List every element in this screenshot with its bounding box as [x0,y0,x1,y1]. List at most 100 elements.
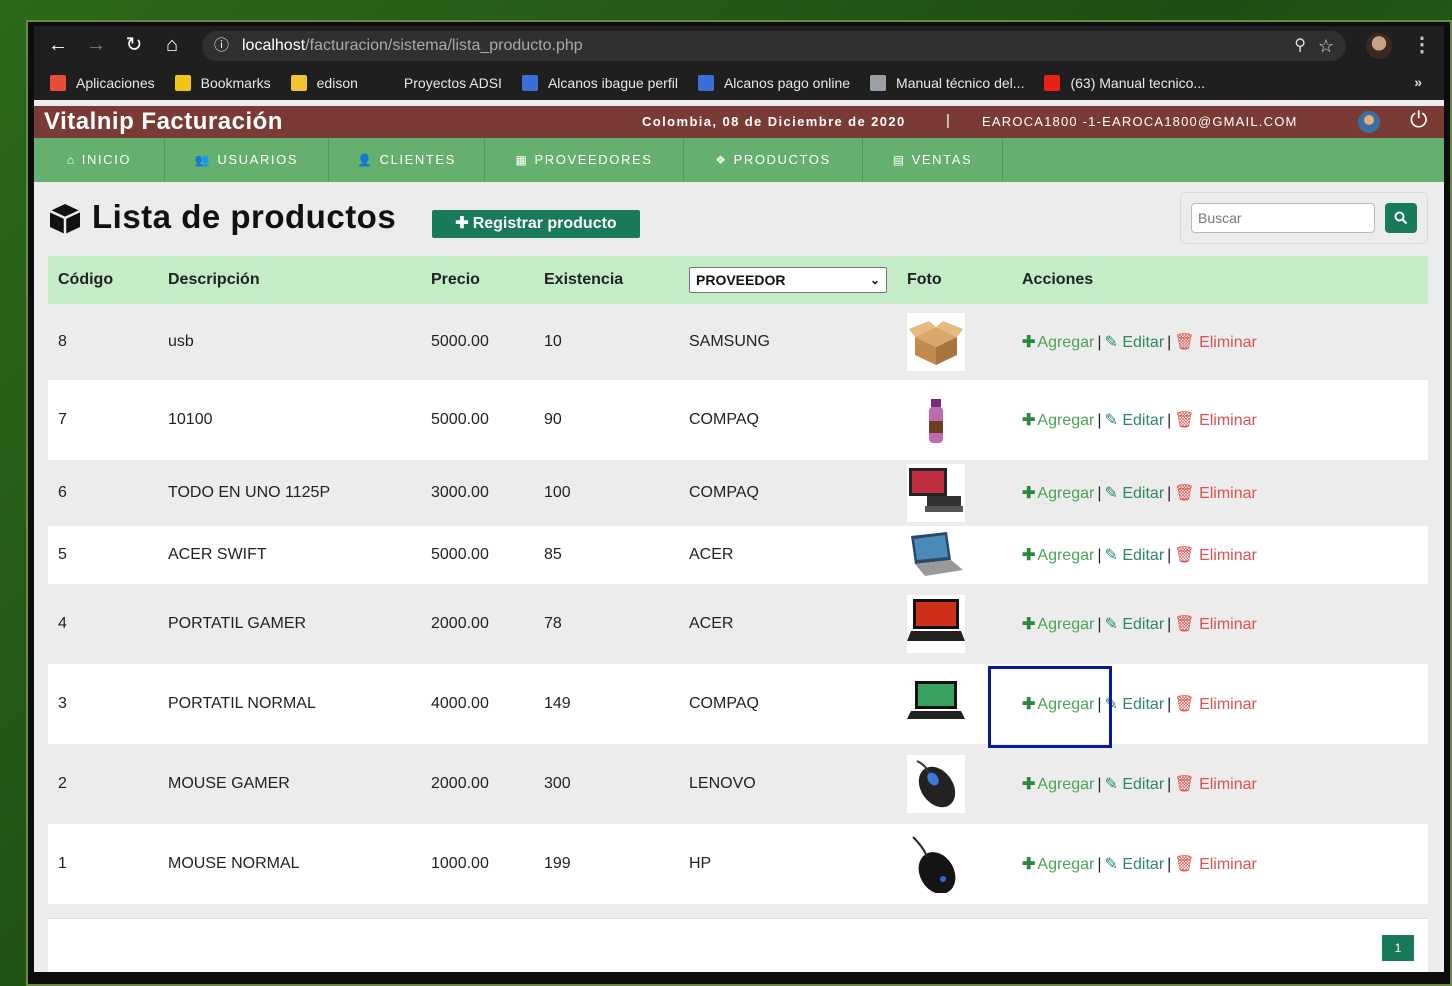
action-separator: | [1167,334,1172,351]
cell-acciones: ✚ Agregar | ✎ Editar | 🗑 Eliminar [1012,380,1428,460]
add-link[interactable]: ✚ Agregar [1022,334,1094,351]
register-product-button[interactable]: ✚ Registrar producto [432,210,640,238]
cell-existencia: 90 [534,380,679,460]
cell-foto [897,460,1012,526]
building-icon: ▦ [515,153,529,167]
header-date: Colombia, 08 de Diciembre de 2020 [642,114,906,129]
delete-label: Eliminar [1199,696,1257,713]
edit-link[interactable]: ✎ Editar [1104,776,1164,793]
provider-filter-select[interactable]: PROVEEDOR ⌄ [689,267,887,293]
cell-precio: 2000.00 [421,584,534,664]
edit-link[interactable]: ✎ Editar [1104,485,1164,502]
table-row: 6 TODO EN UNO 1125P 3000.00 100 COMPAQ ✚ Agreg… [48,460,1428,526]
add-link[interactable]: ✚ Agregar [1022,776,1094,793]
address-bar[interactable]: ⓘ localhost/facturacion/sistema/lista_pr… [202,31,1346,61]
cell-codigo: 5 [48,526,158,584]
page-number-button[interactable]: 1 [1382,935,1414,961]
bookmark-item[interactable]: Proyectos ADSI [377,75,502,91]
bookmark-favicon-icon [377,75,394,91]
browser-menu-icon[interactable]: ⋮ [1412,32,1432,57]
forward-icon[interactable]: → [84,34,108,56]
menu-item-usuarios[interactable]: 👥 USUARIOS [165,138,329,182]
table-row: 1 MOUSE NORMAL 1000.00 199 HP ✚ Agregar | ✎ Edit… [48,824,1428,904]
add-label: Agregar [1037,412,1095,429]
add-label: Agregar [1037,485,1095,502]
menu-item-proveedores[interactable]: ▦ PROVEEDORES [485,138,684,182]
edit-link[interactable]: ✎ Editar [1104,696,1164,713]
product-photo [907,835,965,893]
cell-foto [897,526,1012,584]
bookmark-item[interactable]: Aplicaciones [50,75,155,91]
action-separator: | [1097,856,1102,873]
menu-item-ventas[interactable]: ▤ VENTAS [863,138,1003,182]
table-row: 4 PORTATIL GAMER 2000.00 78 ACER ✚ Agregar | ✎ E… [48,584,1428,664]
cell-proveedor: ACER [679,526,897,584]
back-icon[interactable]: ← [46,34,70,56]
register-product-label: Registrar producto [472,215,617,232]
delete-label: Eliminar [1199,547,1257,564]
delete-link[interactable]: 🗑 Eliminar [1174,696,1257,713]
site-info-icon[interactable]: ⓘ [214,31,229,61]
cell-precio: 5000.00 [421,526,534,584]
bookmark-item[interactable]: Manual técnico del... [870,75,1024,91]
reload-icon[interactable]: ↻ [122,34,146,56]
delete-label: Eliminar [1199,334,1257,351]
delete-link[interactable]: 🗑 Eliminar [1174,616,1257,633]
search-button[interactable] [1385,203,1417,233]
bookmark-item[interactable]: (63) Manual tecnico... [1044,75,1205,91]
bookmark-star-icon[interactable]: ☆ [1318,31,1334,61]
menu-item-inicio[interactable]: ⌂ INICIO [34,138,165,182]
header-separator: | [946,112,950,129]
app-header: Vitalnip Facturación Colombia, 08 de Dic… [34,106,1444,138]
cell-descripcion: usb [158,304,421,380]
edit-link[interactable]: ✎ Editar [1104,547,1164,564]
delete-link[interactable]: 🗑 Eliminar [1174,412,1257,429]
action-separator: | [1097,412,1102,429]
plus-icon: ✚ [455,215,469,232]
table-row: 8 usb 5000.00 10 SAMSUNG ✚ Agregar | ✎ Editar | 🗑 … [48,304,1428,380]
add-link[interactable]: ✚ Agregar [1022,616,1094,633]
main-menu: ⌂ INICIO 👥 USUARIOS 👤 CLIENTES ▦ PROVEEDORES ❖ PR… [34,138,1444,182]
delete-link[interactable]: 🗑 Eliminar [1174,547,1257,564]
delete-label: Eliminar [1199,856,1257,873]
add-link[interactable]: ✚ Agregar [1022,547,1094,564]
zoom-icon[interactable]: ⚲ [1294,31,1306,61]
edit-link[interactable]: ✎ Editar [1104,334,1164,351]
bookmark-item[interactable]: Alcanos pago online [697,75,850,91]
bookmarks-overflow-icon[interactable]: » [1414,74,1422,90]
cell-acciones: ✚ Agregar | ✎ Editar | 🗑 Eliminar [1012,526,1428,584]
cell-descripcion: 10100 [158,380,421,460]
menu-item-productos[interactable]: ❖ PRODUCTOS [684,138,863,182]
add-link[interactable]: ✚ Agregar [1022,485,1094,502]
profile-avatar[interactable] [1366,33,1392,59]
edit-label: Editar [1122,334,1165,351]
table-row: 7 10100 5000.00 90 COMPAQ ✚ Agregar | ✎ Editar | 🗑… [48,380,1428,460]
add-link[interactable]: ✚ Agregar [1022,856,1094,873]
edit-icon: ✎ [1104,412,1118,429]
delete-link[interactable]: 🗑 Eliminar [1174,856,1257,873]
bookmark-item[interactable]: Alcanos ibague perfil [521,75,678,91]
brand-title[interactable]: Vitalnip Facturación [44,108,283,136]
edit-link[interactable]: ✎ Editar [1104,856,1164,873]
search-input[interactable] [1191,203,1375,233]
chevron-down-icon: ⌄ [869,273,880,287]
edit-icon: ✎ [1104,485,1118,502]
plus-icon: ✚ [1022,485,1036,502]
cell-precio: 3000.00 [421,460,534,526]
bookmark-label: (63) Manual tecnico... [1070,75,1206,91]
cell-foto [897,380,1012,460]
edit-link[interactable]: ✎ Editar [1104,616,1164,633]
bookmark-favicon-icon [50,75,66,91]
add-link[interactable]: ✚ Agregar [1022,412,1094,429]
edit-link[interactable]: ✎ Editar [1104,412,1164,429]
delete-link[interactable]: 🗑 Eliminar [1174,776,1257,793]
col-acciones: Acciones [1012,256,1428,304]
menu-item-clientes[interactable]: 👤 CLIENTES [329,138,485,182]
cell-acciones: ✚ Agregar | ✎ Editar | 🗑 Eliminar [1012,744,1428,824]
logout-power-icon[interactable]: ⏻ [1410,107,1427,133]
home-button-icon[interactable]: ⌂ [160,34,184,56]
delete-link[interactable]: 🗑 Eliminar [1174,485,1257,502]
delete-link[interactable]: 🗑 Eliminar [1174,334,1257,351]
bookmark-item[interactable]: edison [290,75,358,91]
bookmark-item[interactable]: Bookmarks [174,75,271,91]
